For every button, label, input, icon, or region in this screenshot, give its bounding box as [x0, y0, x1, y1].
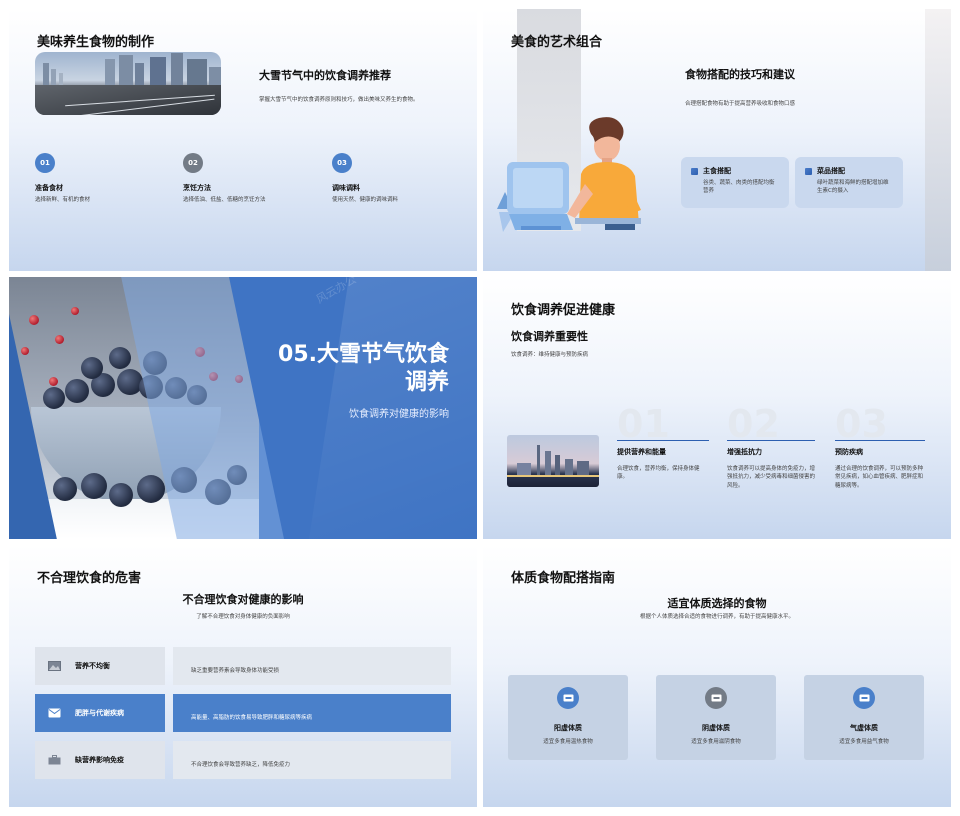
- slide-5[interactable]: 不合理饮食的危害 不合理饮食对健康的影响 了解不合理饮食对身体健康的负面影响 营…: [9, 545, 477, 807]
- card-label: 菜品搭配: [817, 167, 845, 175]
- slide-description: 合理搭配食物有助于提高营养吸收和食物口感: [685, 101, 796, 107]
- harm-row-1-label: 营养不均衡: [35, 647, 165, 685]
- step-label: 调味调料: [332, 184, 360, 192]
- benefit-desc: 合理饮食，营养均衡，保持身体健康。: [617, 466, 700, 481]
- slide-description: 了解不合理饮食对身体健康的负面影响: [196, 614, 290, 620]
- slide-description: 饮食调养：维持健康与预防疾病: [511, 352, 589, 358]
- tip-card-staple: 主食搭配 谷类、蔬菜、肉类的搭配均衡营养: [681, 157, 789, 208]
- slide-heading: 大雪节气中的饮食调养推荐: [259, 69, 391, 82]
- step-desc: 使用天然、健康的调味调料: [332, 197, 399, 203]
- slide-title: 美味养生食物的制作: [37, 35, 155, 50]
- slide-1[interactable]: 美味养生食物的制作 大雪节气中的饮食调养推荐 掌握大雪节气中的饮食调养原则和技巧…: [9, 9, 477, 271]
- inbox-icon: [705, 687, 727, 709]
- benefit-label: 提供营养和能量: [617, 448, 666, 456]
- card-desc: 适宜多食用益气食物: [839, 739, 889, 745]
- constitution-card-yang: 阳虚体质 适宜多食用温热食物: [508, 675, 628, 760]
- benefit-desc: 通过合理的饮食调养，可以预防多种常见疾病，如心血管疾病、肥胖症和糖尿病等。: [835, 466, 924, 489]
- benefit-label: 增强抵抗力: [727, 448, 762, 456]
- step-2: 02 烹饪方法 选择低油、低盐、低糖的烹饪方法: [183, 153, 266, 204]
- inbox-icon: [853, 687, 875, 709]
- image-icon: [47, 661, 61, 672]
- slide-3[interactable]: 风云办公 05.大雪节气饮食调养 饮食调养对健康的影响: [9, 277, 477, 539]
- harm-row-3-label: 缺营养影响免疫: [35, 741, 165, 779]
- slide-heading: 饮食调养重要性: [511, 330, 588, 343]
- harm-row-2-desc: 高能量、高脂肪的饮食易导致肥胖和糖尿病等疾病: [173, 694, 451, 732]
- briefcase-icon: [47, 755, 61, 766]
- slide-heading: 适宜体质选择的食物: [667, 597, 767, 610]
- step-number-badge: 03: [332, 153, 352, 173]
- inbox-icon: [557, 687, 579, 709]
- tip-card-dishes: 菜品搭配 绿叶蔬菜和海鲜的搭配增加维生素C的摄入: [795, 157, 903, 208]
- city-skyline-photo: [507, 435, 599, 487]
- card-desc: 绿叶蔬菜和海鲜的搭配增加维生素C的摄入: [817, 180, 889, 195]
- step-desc: 选择新鲜、有机的食材: [35, 197, 91, 203]
- slide-title: 美食的艺术组合: [511, 35, 603, 50]
- slide-title: 不合理饮食的危害: [37, 571, 142, 586]
- slide-title: 饮食调养促进健康: [511, 303, 616, 318]
- benefit-item-2: 02 增强抵抗力 饮食调养可以提高身体的免疫力，增强抵抗力，减少受病毒和细菌侵害…: [727, 402, 815, 490]
- slide-title: 体质食物配搭指南: [511, 571, 616, 586]
- card-desc: 适宜多食用滋阴食物: [691, 739, 741, 745]
- step-number-badge: 01: [35, 153, 55, 173]
- harm-row-2-label: 肥胖与代谢疾病: [35, 694, 165, 732]
- step-3: 03 调味调料 使用天然、健康的调味调料: [332, 153, 398, 204]
- section-title: 05.大雪节气饮食调养: [278, 342, 449, 395]
- square-bullet-icon: [805, 167, 812, 175]
- square-bullet-icon: [691, 167, 698, 175]
- benefit-desc: 饮食调养可以提高身体的免疫力，增强抵抗力，减少受病毒和细菌侵害的风险。: [727, 466, 816, 489]
- harm-row-3-desc: 不合理饮食会导致营养缺乏，降低免疫力: [173, 741, 451, 779]
- card-desc: 谷类、蔬菜、肉类的搭配均衡营养: [703, 180, 775, 195]
- decor-pillar-right: [925, 9, 951, 271]
- card-label: 阳虚体质: [554, 724, 582, 732]
- city-road-photo: [35, 52, 221, 115]
- step-number-badge: 02: [183, 153, 203, 173]
- slide-heading: 不合理饮食对健康的影响: [182, 593, 304, 606]
- slide-4[interactable]: 饮食调养促进健康 饮食调养重要性 饮食调养：维持健康与预防疾病 01 提供营养和…: [483, 277, 951, 539]
- card-desc: 适宜多食用温热食物: [543, 739, 593, 745]
- constitution-card-qi: 气虚体质 适宜多食用益气食物: [804, 675, 924, 760]
- step-1: 01 准备食材 选择新鲜、有机的食材: [35, 153, 90, 204]
- slide-description: 根据个人体质选择合适的食物进行调养，有助于提高健康水平。: [639, 614, 794, 620]
- card-label: 气虚体质: [850, 724, 878, 732]
- constitution-card-yin: 阴虚体质 适宜多食用滋阴食物: [656, 675, 776, 760]
- step-label: 准备食材: [35, 184, 63, 192]
- benefit-item-1: 01 提供营养和能量 合理饮食，营养均衡，保持身体健康。: [617, 402, 709, 482]
- slide-description: 掌握大雪节气中的饮食调养原则和技巧，做出美味又养生的食物。: [259, 97, 419, 103]
- slide-2[interactable]: 美食的艺术组合 食物搭配的技巧和建议 合理搭配食物有助于提高营养吸收和食物口感 …: [483, 9, 951, 271]
- card-label: 阴虚体质: [702, 724, 730, 732]
- step-desc: 选择低油、低盐、低糖的烹饪方法: [183, 197, 266, 203]
- envelope-icon: [47, 708, 61, 719]
- card-label: 主食搭配: [703, 167, 731, 175]
- benefit-item-3: 03 预防疾病 通过合理的饮食调养，可以预防多种常见疾病，如心血管疾病、肥胖症和…: [835, 402, 925, 490]
- step-label: 烹饪方法: [183, 184, 211, 192]
- benefit-label: 预防疾病: [835, 448, 863, 456]
- person-at-computer-illustration: [497, 117, 641, 232]
- harm-row-1-desc: 缺乏重要营养素会导致身体功能受损: [173, 647, 451, 685]
- slide-6[interactable]: 体质食物配搭指南 适宜体质选择的食物 根据个人体质选择合适的食物进行调养，有助于…: [483, 545, 951, 807]
- section-subtitle: 饮食调养对健康的影响: [349, 409, 449, 420]
- slide-heading: 食物搭配的技巧和建议: [685, 68, 795, 81]
